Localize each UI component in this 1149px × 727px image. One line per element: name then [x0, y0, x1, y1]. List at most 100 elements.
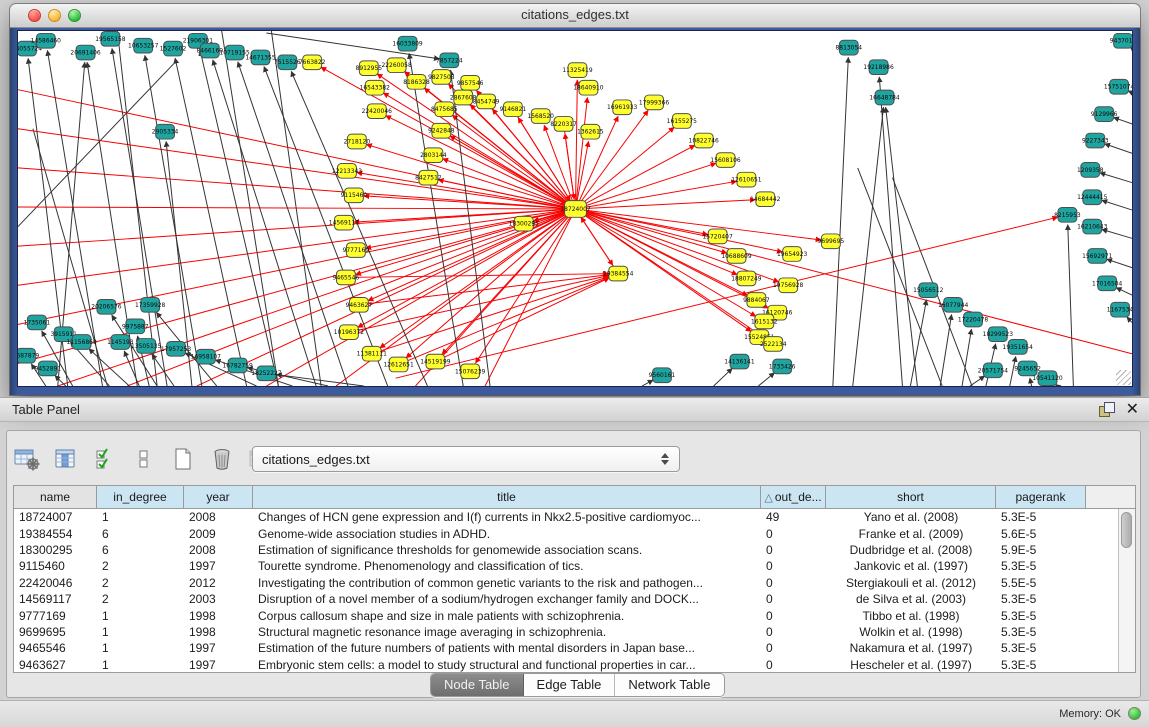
graph-node[interactable]: 16961933	[607, 100, 638, 115]
column-header-title[interactable]: title	[253, 486, 761, 508]
graph-node[interactable]: 15751074	[1104, 79, 1132, 94]
graph-node[interactable]: 18300295	[509, 216, 540, 231]
table-cell[interactable]: Hescheler et al. (1997)	[826, 658, 996, 672]
graph-node[interactable]: 19565158	[95, 31, 126, 46]
graph-node[interactable]: 17999366	[639, 95, 670, 110]
float-panel-icon[interactable]	[1099, 402, 1114, 417]
table-cell[interactable]: 2008	[184, 543, 253, 557]
graph-node[interactable]: 19218986	[863, 60, 894, 75]
delete-column-icon[interactable]	[209, 446, 235, 472]
table-cell[interactable]: 9699695	[14, 625, 97, 639]
graph-node[interactable]: 8186328	[403, 75, 430, 90]
table-cell[interactable]: Investigating the contribution of common…	[253, 576, 761, 590]
graph-node[interactable]: 14136141	[724, 354, 755, 369]
graph-node[interactable]: 1145193	[107, 335, 134, 350]
graph-node[interactable]: 2803144	[420, 148, 447, 163]
graph-edge-red[interactable]	[349, 276, 609, 333]
table-cell[interactable]: de Silva et al. (2003)	[826, 592, 996, 606]
graph-node[interactable]: 1209358	[1077, 163, 1104, 178]
vertical-scrollbar[interactable]	[1118, 509, 1135, 672]
table-cell[interactable]: 5.3E-5	[996, 625, 1086, 639]
graph-node[interactable]: 8912955	[356, 61, 383, 76]
graph-node[interactable]: 9463627	[346, 297, 373, 312]
graph-edge-black[interactable]	[200, 50, 278, 386]
table-cell[interactable]: 14569117	[14, 592, 97, 606]
new-column-icon[interactable]	[170, 446, 196, 472]
column-header-outde[interactable]: △out_de...	[761, 486, 826, 508]
graph-node[interactable]: 12610651	[731, 172, 762, 187]
table-cell[interactable]: Jankovic et al. (1997)	[826, 559, 996, 573]
graph-node[interactable]: 18807249	[731, 271, 762, 286]
graph-edge-red[interactable]	[359, 275, 609, 305]
table-row[interactable]: 969969511998Structural magnetic resonanc…	[14, 624, 1118, 640]
table-cell[interactable]: 18300295	[14, 543, 97, 557]
graph-edge-black[interactable]	[1102, 229, 1132, 238]
graph-node[interactable]: 9146821	[500, 102, 527, 117]
table-row[interactable]: 977716911998Corpus callosum shape and si…	[14, 607, 1118, 623]
graph-node[interactable]: 8215953	[1054, 208, 1081, 223]
table-mode-icon[interactable]	[14, 446, 40, 472]
table-cell[interactable]: 1	[97, 609, 184, 623]
graph-node[interactable]: 15056512	[913, 283, 944, 298]
graph-node[interactable]: 16033809	[392, 36, 423, 51]
table-cell[interactable]: 19384554	[14, 527, 97, 541]
table-row[interactable]: 1938455462009Genome-wide association stu…	[14, 525, 1118, 541]
table-cell[interactable]: 5.9E-5	[996, 543, 1086, 557]
table-cell[interactable]: 0	[761, 609, 826, 623]
graph-node[interactable]: 10688609	[721, 249, 752, 264]
graph-edge-red[interactable]	[372, 277, 609, 354]
graph-node[interactable]: 8454749	[473, 94, 500, 109]
table-cell[interactable]: Genome-wide association studies in ADHD.	[253, 527, 761, 541]
graph-edge-red[interactable]	[355, 209, 575, 275]
graph-node[interactable]: 19654923	[777, 247, 808, 262]
graph-node[interactable]: 20691406	[70, 45, 101, 60]
graph-node[interactable]: 9827508	[428, 70, 455, 85]
graph-edge-black[interactable]	[758, 373, 774, 386]
table-cell[interactable]: 1998	[184, 609, 253, 623]
graph-node[interactable]: 16543382	[360, 80, 391, 95]
graph-edge-black[interactable]	[213, 60, 316, 386]
graph-node[interactable]: 9777169	[343, 243, 370, 258]
graph-node[interactable]: 16958107	[191, 349, 222, 364]
graph-edge-red[interactable]	[366, 144, 575, 209]
graph-edge-red[interactable]	[380, 209, 576, 348]
graph-node[interactable]: 14684442	[750, 192, 781, 207]
table-cell[interactable]: 2	[97, 576, 184, 590]
table-row[interactable]: 1872400712008Changes of HCN gene express…	[14, 509, 1118, 525]
graph-edge-black[interactable]	[1105, 144, 1132, 153]
graph-edge-black[interactable]	[55, 375, 66, 386]
graph-edge-red[interactable]	[564, 124, 575, 199]
table-cell[interactable]: 5.3E-5	[996, 592, 1086, 606]
table-cell[interactable]: 1997	[184, 641, 253, 655]
graph-edge-black[interactable]	[1100, 173, 1132, 183]
table-cell[interactable]: 0	[761, 625, 826, 639]
graph-node[interactable]: 7857224	[436, 53, 463, 68]
graph-node[interactable]: 9437013	[1110, 33, 1132, 48]
table-cell[interactable]: 9115460	[14, 559, 97, 573]
graph-edge-black[interactable]	[175, 58, 246, 386]
graph-node[interactable]: 17220478	[958, 312, 989, 327]
network-graph[interactable]: 1872400776638222226005889129551654338281…	[18, 31, 1132, 386]
graph-node[interactable]: 1735061	[24, 315, 51, 330]
graph-node[interactable]: 16210643	[1077, 219, 1108, 234]
table-row[interactable]: 946554611997Estimation of the future num…	[14, 640, 1118, 656]
graph-node[interactable]: 10196372	[334, 325, 365, 340]
table-cell[interactable]: 1997	[184, 658, 253, 672]
table-cell[interactable]: 9463627	[14, 658, 97, 672]
graph-node[interactable]: 9227343	[1082, 133, 1109, 148]
table-cell[interactable]: Estimation of the future numbers of pati…	[253, 641, 761, 655]
graph-edge-black[interactable]	[18, 60, 177, 226]
graph-node[interactable]: 15608106	[710, 153, 741, 168]
graph-node[interactable]: 2718120	[344, 134, 371, 149]
table-cell[interactable]: 1998	[184, 625, 253, 639]
graph-edge-red[interactable]	[575, 145, 694, 209]
table-cell[interactable]: 1	[97, 658, 184, 672]
table-row[interactable]: 946362711997Embryonic stem cells: a mode…	[14, 657, 1118, 673]
graph-node[interactable]: 16648784	[869, 90, 900, 105]
graph-edge-black[interactable]	[886, 107, 918, 386]
graph-node[interactable]: 1167534	[1107, 302, 1132, 317]
table-cell[interactable]: 2008	[184, 510, 253, 524]
graph-edge-red[interactable]	[575, 209, 1132, 354]
graph-edge-black[interactable]	[291, 71, 427, 386]
graph-edge-red[interactable]	[18, 209, 575, 364]
